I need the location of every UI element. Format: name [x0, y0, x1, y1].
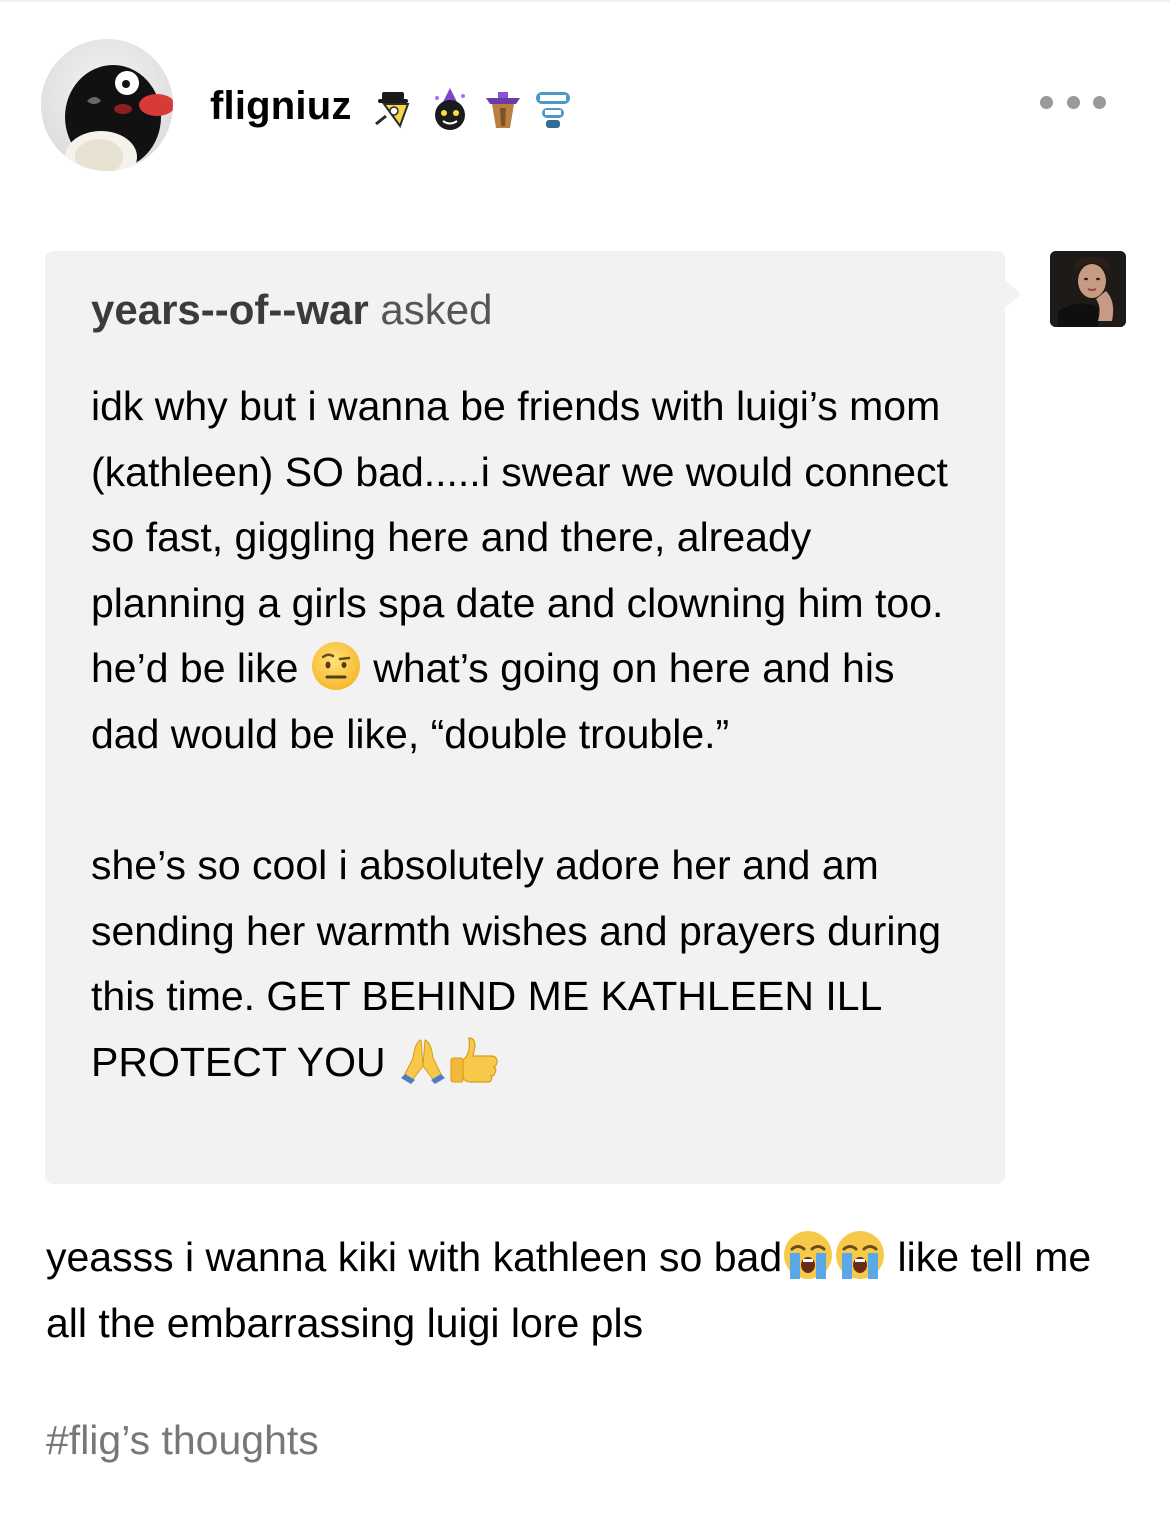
- raised-eyebrow-emoji-icon: [311, 642, 360, 691]
- asker-avatar[interactable]: [1050, 251, 1126, 327]
- chatter-teeth-badge-icon[interactable]: [530, 86, 576, 132]
- asked-label: asked: [380, 286, 493, 333]
- ask-box-pointer: [1003, 278, 1021, 310]
- dot-icon: [1066, 95, 1080, 109]
- author-username[interactable]: fligniuz: [210, 82, 352, 130]
- ask-paragraph-1: idk why but i wanna be friends with luig…: [91, 374, 971, 768]
- loudly-crying-emoji-icon: [836, 1231, 885, 1279]
- more-options-button[interactable]: [1040, 90, 1106, 114]
- dot-icon: [1093, 95, 1106, 109]
- penguin-avatar-icon: [41, 39, 173, 171]
- dot-icon: [1040, 95, 1053, 109]
- top-divider: [0, 0, 1170, 2]
- wizard-cat-badge-icon[interactable]: [427, 86, 473, 132]
- tag-list: #flig’s thoughts: [46, 1412, 319, 1468]
- asker-photo-icon: [1050, 251, 1126, 327]
- thumbs-up-emoji-icon: [450, 1037, 498, 1083]
- ask-question: idk why but i wanna be friends with luig…: [91, 374, 971, 1096]
- ask-text: she’s so cool i absolutely adore her and…: [91, 842, 942, 1085]
- tag-link[interactable]: #flig’s thoughts: [46, 1417, 319, 1463]
- author-avatar[interactable]: [41, 39, 173, 171]
- detective-badge-icon[interactable]: [372, 86, 418, 132]
- ask-paragraph-2: she’s so cool i absolutely adore her and…: [91, 833, 971, 1095]
- answer-text-part: yeasss i wanna kiki with kathleen so bad: [46, 1234, 783, 1280]
- gift-badge-icon[interactable]: [480, 86, 526, 132]
- ask-header: years--of--war asked: [91, 286, 493, 334]
- loudly-crying-emoji-icon: [784, 1231, 833, 1279]
- badge-row: [372, 86, 572, 134]
- answer-text: yeasss i wanna kiki with kathleen so bad…: [46, 1224, 1136, 1356]
- folded-hands-emoji-icon: [401, 1039, 446, 1084]
- asker-username[interactable]: years--of--war: [91, 286, 369, 333]
